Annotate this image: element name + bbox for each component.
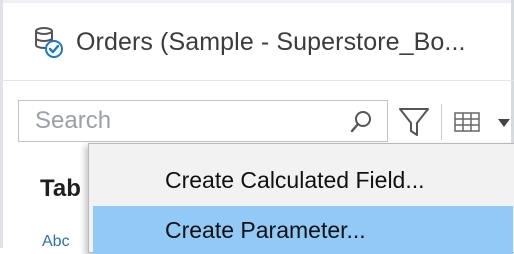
menu-item-label: Create Parameter... [165,216,366,243]
field-type-label: Abc [42,233,70,250]
menu-item-label: Create Calculated Field... [165,166,425,193]
dropdown-arrow-icon[interactable] [497,116,511,128]
window-left-edge [0,0,3,248]
menu-item-create-parameter[interactable]: Create Parameter... [93,206,513,254]
search-input[interactable] [19,101,337,141]
tables-heading: Tab [40,175,81,202]
toolbar-separator [441,104,442,140]
menu-item-create-calculated-field[interactable]: Create Calculated Field... [93,156,513,204]
view-options-icon[interactable] [453,110,481,134]
datasource-header[interactable]: Orders (Sample - Superstore_Bo... [30,20,466,64]
context-menu: Create Calculated Field... Create Parame… [88,143,514,254]
header-divider [0,80,514,81]
datasource-icon [30,24,66,60]
search-icon[interactable] [349,109,375,135]
filter-icon[interactable] [397,104,431,140]
window-top-edge [0,0,514,3]
search-box[interactable] [18,100,388,142]
datasource-title: Orders (Sample - Superstore_Bo... [76,27,466,56]
